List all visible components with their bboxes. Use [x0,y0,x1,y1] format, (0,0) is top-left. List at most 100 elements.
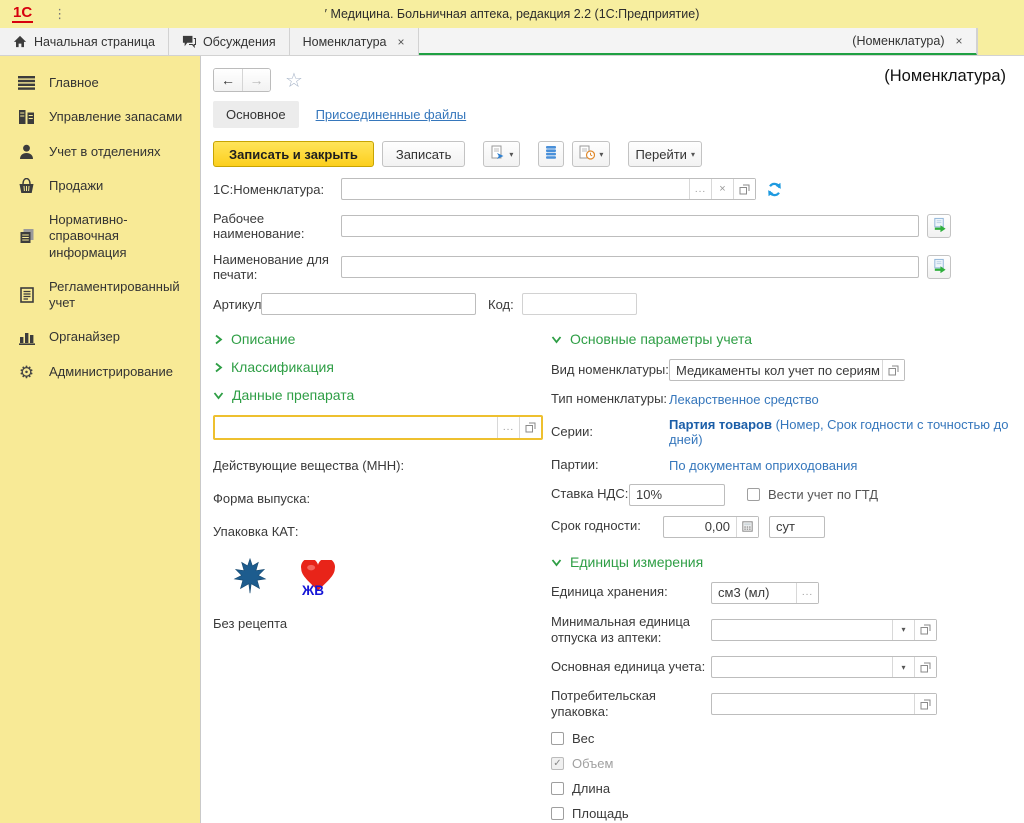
nomenclature-1c-input[interactable] [342,179,689,199]
clear-button[interactable]: × [711,179,733,199]
fill-working-name-button[interactable] [927,214,951,238]
section-units[interactable]: Единицы измерения [551,554,1010,570]
tab-home[interactable]: Начальная страница [0,28,169,55]
dropdown-caret-icon[interactable]: ▾ [892,657,914,677]
nomenclature-type-link[interactable]: Лекарственное средство [669,392,819,407]
sidebar-item-organizer[interactable]: Органайзер [0,320,200,354]
section-title: Классификация [231,359,334,375]
section-classification[interactable]: Классификация [213,359,551,375]
sidebar-item-inventory-management[interactable]: Управление запасами [0,100,200,134]
weight-checkbox[interactable] [551,732,564,745]
storage-unit-input[interactable]: см3 (мл) [712,583,796,603]
sidebar-item-sales[interactable]: Продажи [0,169,200,203]
row-nomenclature-type: Тип номенклатуры: Лекарственное средство [551,391,1010,407]
fill-print-name-button[interactable] [927,255,951,279]
document-history-icon [579,145,595,163]
sidebar-item-administration[interactable]: ⚙ Администрирование [0,355,200,390]
person-icon [17,144,36,160]
shelf-life-unit-input[interactable]: сут [770,517,824,537]
shelf-life-input[interactable]: 0,00 [664,517,736,537]
row-consumer-package: Потребительская упаковка: [551,688,1010,721]
section-title: Основные параметры учета [570,331,752,347]
section-title: Данные препарата [232,387,354,403]
open-icon[interactable] [882,360,904,380]
history-nav-group: ← → [213,68,271,92]
section-title: Единицы измерения [570,554,703,570]
batches-policy-link[interactable]: По документам оприходования [669,458,857,473]
file-export-dropdown-button[interactable]: ▾ [483,141,520,167]
sidebar-item-department-accounting[interactable]: Учет в отделениях [0,135,200,169]
section-description[interactable]: Описание [213,331,551,347]
chevron-right-icon [213,334,223,345]
sidebar-item-regulated-accounting[interactable]: Регламентированный учет [0,270,200,321]
tab-nomenclature[interactable]: Номенклатура × [290,28,419,55]
series-policy-link[interactable]: Партия товаров [669,417,772,432]
stack-icon [545,145,557,163]
tab-window-nomenclature[interactable]: (Номенклатура) × [419,28,977,55]
discussions-icon [182,35,196,48]
vat-input[interactable]: 10% [630,485,724,505]
consumer-package-input[interactable] [712,694,914,714]
length-checkbox[interactable] [551,782,564,795]
article-input[interactable] [262,294,475,314]
calculator-icon[interactable] [736,517,758,537]
field-row-print-name: Наименование для печати: [213,252,1024,282]
data-stack-button[interactable] [538,141,564,167]
base-unit-input[interactable] [712,657,892,677]
bar-chart-icon [17,330,36,345]
working-name-input[interactable] [342,216,918,236]
refresh-icon[interactable] [766,181,783,198]
vital-drug-badge-text: ЖВ [302,583,324,598]
shelf-life-input-group: 0,00 [663,516,759,538]
save-and-close-button[interactable]: Записать и закрыть [213,141,374,167]
close-icon[interactable]: × [956,34,963,48]
tab-label: Начальная страница [34,35,155,49]
chevron-right-icon [213,362,223,373]
goto-dropdown-button[interactable]: Перейти ▾ [628,141,702,167]
favorite-star-icon[interactable]: ☆ [285,68,303,93]
sidebar-item-label: Главное [49,75,99,91]
sidebar-item-reference-info[interactable]: Нормативно-справочная информация [0,203,200,270]
open-icon[interactable] [733,179,755,199]
save-button[interactable]: Записать [382,141,466,167]
drug-search-input[interactable] [215,417,497,438]
subtab-attached-files[interactable]: Присоединенные файлы [316,107,467,122]
open-icon[interactable] [914,657,936,677]
inventory-icon [17,109,36,125]
window-title: ′ Медицина. Больничная аптека, редакция … [0,7,1024,21]
back-button[interactable]: ← [214,69,242,91]
field-label: Рабочее наименование: [213,211,341,241]
print-name-input[interactable] [342,257,918,277]
section-drug-data[interactable]: Данные препарата [213,387,551,403]
document-history-dropdown-button[interactable]: ▾ [572,141,610,167]
volume-checkbox: ✓ [551,757,564,770]
dropdown-caret-icon[interactable]: ▾ [892,620,914,640]
gtd-checkbox[interactable] [747,488,760,501]
package-kat-label: Упаковка КАТ: [213,524,551,539]
sidebar-item-main[interactable]: Главное [0,66,200,100]
min-dispense-input[interactable] [712,620,892,640]
forward-button[interactable]: → [242,69,270,91]
tab-discussions[interactable]: Обсуждения [169,28,290,55]
choose-button[interactable]: ... [497,417,519,438]
subtab-main[interactable]: Основное [213,101,299,128]
sidebar: Главное Управление запасами Учет в отдел… [0,56,200,823]
gear-icon: ⚙ [17,364,36,381]
release-form-label: Форма выпуска: [213,491,551,506]
choose-button[interactable]: ... [689,179,711,199]
checkbox-row-area: Площадь [551,806,1010,821]
kind-input[interactable]: Медикаменты кол учет по сериям и партиям [670,360,882,380]
close-icon[interactable]: × [398,35,405,49]
1c-logo: 1С [12,5,33,23]
vat-input-group: 10% [629,484,725,506]
app-window: 1С ⋮ ′ Медицина. Больничная аптека, реда… [0,0,1024,823]
section-main-params[interactable]: Основные параметры учета [551,331,1010,347]
open-icon[interactable] [914,694,936,714]
window-titlebar: 1С ⋮ ′ Медицина. Больничная аптека, реда… [0,0,1024,28]
open-icon[interactable] [519,417,541,438]
kebab-menu-icon[interactable]: ⋮ [53,6,67,22]
choose-button[interactable]: ... [796,583,818,603]
area-checkbox[interactable] [551,807,564,820]
row-storage-unit: Единица хранения: см3 (мл) ... [551,582,1010,604]
open-icon[interactable] [914,620,936,640]
